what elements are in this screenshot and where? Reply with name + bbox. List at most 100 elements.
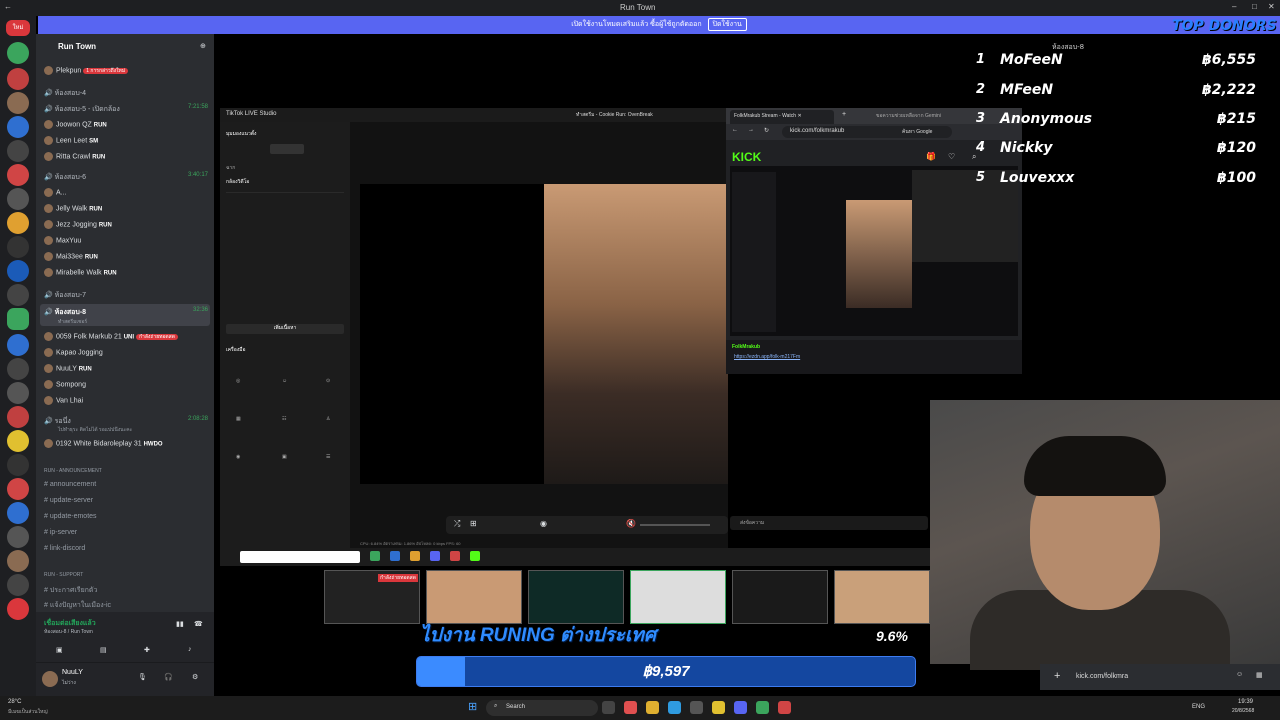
category-header[interactable]: RUN - SUPPORT — [44, 572, 83, 578]
chat-username[interactable]: FolkMrakub — [732, 344, 760, 350]
back-icon[interactable]: ← — [732, 127, 738, 133]
settings-icon[interactable]: ⚙ — [192, 673, 198, 681]
server-icon[interactable] — [7, 92, 29, 114]
app-icon[interactable] — [756, 701, 769, 714]
mute-icon[interactable]: 🔇 — [626, 519, 636, 528]
disconnect-icon[interactable]: ☎ — [194, 620, 203, 628]
back-arrow-icon[interactable]: ← — [4, 2, 12, 11]
scene-label[interactable]: มุมมองแนวตั้ง — [226, 130, 256, 138]
volume-slider[interactable] — [640, 524, 710, 526]
tool-icon[interactable]: ▣ — [282, 454, 287, 460]
notice-button[interactable]: ปิดใช้งาน — [707, 18, 747, 31]
search-box[interactable] — [240, 551, 360, 563]
category-header[interactable]: RUN - ANNOUNCEMENT — [44, 468, 102, 474]
tool-icon[interactable]: ♙ — [326, 416, 330, 422]
server-icon[interactable] — [7, 478, 29, 500]
soundboard-icon[interactable]: ♪ — [188, 646, 192, 653]
tool-icon[interactable]: ☺ — [282, 378, 287, 384]
voice-user[interactable]: Mirabelle Walk RUN — [44, 268, 117, 277]
signal-icon[interactable]: ▮▮ — [176, 620, 184, 628]
voice-channel[interactable]: 🔊 ห้องสอบ-8 — [44, 307, 86, 318]
server-icon[interactable] — [7, 550, 29, 572]
tool-icon[interactable]: ⊙ — [326, 378, 330, 384]
server-name[interactable]: Run Town — [58, 42, 96, 51]
server-icon[interactable] — [7, 116, 29, 138]
server-icon[interactable] — [7, 502, 29, 524]
gift-icon[interactable]: 🎁 — [926, 152, 936, 161]
server-icon[interactable] — [7, 236, 29, 258]
voice-user[interactable]: Jelly Walk RUN — [44, 204, 102, 213]
text-channel[interactable]: # ประกาศเรียกตัว — [44, 585, 97, 596]
server-icon[interactable] — [7, 164, 29, 186]
server-icon[interactable] — [7, 382, 29, 404]
browser-tab[interactable]: FolkMrakub Stream - Watch ✕ — [730, 110, 834, 124]
add-member-icon[interactable]: ⊕ — [200, 42, 206, 50]
voice-user[interactable]: Sompong — [44, 380, 86, 389]
activity-icon[interactable]: ✚ — [144, 646, 150, 654]
start-icon[interactable]: ⊞ — [468, 700, 477, 713]
avatar[interactable] — [42, 671, 58, 687]
server-icon[interactable] — [7, 598, 29, 620]
edge-icon[interactable] — [668, 701, 681, 714]
chat-composer-input[interactable]: kick.com/folkmra — [1076, 673, 1128, 680]
portrait-toggle[interactable] — [270, 144, 304, 154]
task-view-icon[interactable] — [602, 701, 615, 714]
server-icon[interactable] — [7, 42, 29, 64]
thumbnail[interactable] — [528, 570, 624, 624]
headset-icon[interactable]: 🎧 — [164, 673, 173, 681]
voice-user[interactable]: A... — [44, 188, 67, 197]
camera-icon[interactable]: ▣ — [56, 646, 63, 654]
voice-user[interactable]: Ritta Crawl RUN — [44, 152, 105, 161]
app-icon[interactable] — [690, 701, 703, 714]
language-indicator[interactable]: ENG — [1192, 704, 1205, 710]
screen-share-icon[interactable]: ▤ — [100, 646, 107, 654]
clock-date[interactable]: 20/8/2568 — [1232, 708, 1254, 714]
server-icon[interactable] — [7, 140, 29, 162]
google-search-button[interactable]: ค้นหา Google — [902, 128, 932, 136]
voice-user[interactable]: MaxYuu — [44, 236, 81, 245]
server-icon[interactable] — [7, 526, 29, 548]
emoji-icon[interactable]: ☺ — [1236, 671, 1243, 678]
add-content-button[interactable]: เพิ่มเนื้อหา — [226, 324, 344, 334]
server-icon[interactable] — [7, 574, 29, 596]
voice-user[interactable]: Kapao Jogging — [44, 348, 103, 357]
apps-icon[interactable]: ▦ — [1256, 671, 1263, 679]
app-icon[interactable] — [624, 701, 637, 714]
server-icon[interactable] — [7, 406, 29, 428]
thumbnail[interactable] — [732, 570, 828, 624]
server-icon[interactable] — [7, 430, 29, 452]
microphone-icon[interactable]: 🎙 — [138, 673, 147, 681]
maximize-icon[interactable]: □ — [1252, 2, 1257, 11]
app-icon[interactable] — [430, 551, 440, 561]
new-badge[interactable]: ใหม่ — [6, 20, 30, 36]
close-icon[interactable]: ✕ — [1268, 2, 1275, 11]
app-icon[interactable] — [370, 551, 380, 561]
voice-channel[interactable]: 🔊 ห้องสอบ-7 — [44, 290, 86, 301]
thumbnail[interactable] — [630, 570, 726, 624]
tool-icon[interactable]: ☰ — [326, 454, 330, 460]
server-icon[interactable] — [7, 334, 29, 356]
tool-icon[interactable]: ◉ — [236, 454, 240, 460]
text-channel[interactable]: # ip-server — [44, 529, 77, 536]
file-explorer-icon[interactable] — [646, 701, 659, 714]
plus-icon[interactable]: + — [1054, 670, 1060, 682]
reload-icon[interactable]: ↻ — [764, 127, 769, 134]
voice-user[interactable]: Leen Leet SM — [44, 136, 98, 145]
app-icon[interactable] — [410, 551, 420, 561]
app-icon[interactable] — [450, 551, 460, 561]
tool-icon[interactable]: ▦ — [236, 416, 241, 422]
server-icon-active[interactable] — [7, 308, 29, 330]
voice-user[interactable]: Joowon QZ RUN — [44, 120, 107, 129]
record-icon[interactable]: ◉ — [540, 519, 547, 528]
voice-user[interactable]: 0059 Folk Markub 21 UNI กำลังถ่ายทอดสด — [44, 332, 178, 341]
clock-time[interactable]: 19:39 — [1238, 699, 1253, 705]
voice-channel[interactable]: 🔊 ห้องสอบ-5 - เปิดกล้อง — [44, 104, 120, 115]
voice-user[interactable]: Jezz Jogging RUN — [44, 220, 112, 229]
text-channel[interactable]: # link-discord — [44, 545, 85, 552]
server-icon[interactable] — [7, 212, 29, 234]
list-item[interactable]: Plekpun 1 การกล่าวถึงใหม่ — [44, 66, 129, 75]
server-icon[interactable] — [7, 260, 29, 282]
text-channel[interactable]: # แจ้งปัญหาในเมือง-ic — [44, 600, 111, 611]
kick-logo[interactable]: KICK — [732, 150, 761, 164]
tool-icon[interactable]: ☷ — [282, 416, 286, 422]
